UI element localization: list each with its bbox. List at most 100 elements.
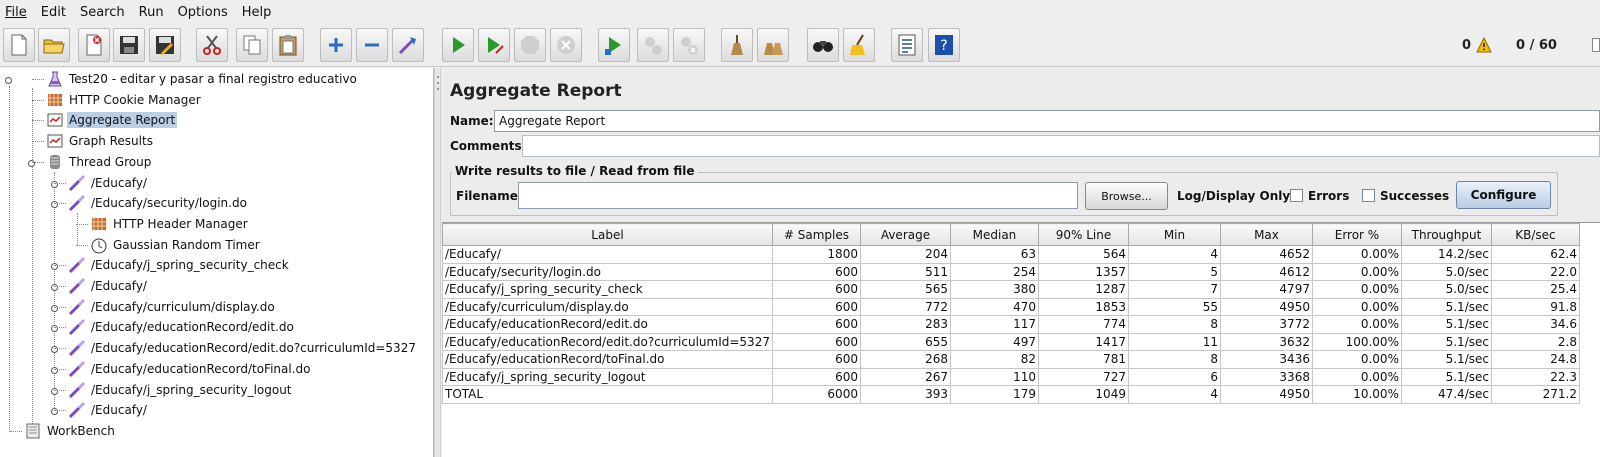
cut-button[interactable]: [196, 28, 228, 62]
reset-search-button[interactable]: [843, 28, 875, 62]
search-button[interactable]: [807, 28, 839, 62]
tree-connector: [76, 223, 88, 225]
test-plan-tree: Test20 - editar y pasar a final registro…: [0, 68, 434, 457]
tree-node[interactable]: /Educafy/educationRecord/edit.do?curricu…: [68, 338, 418, 358]
table-row[interactable]: /Educafy/j_spring_security_check 600 565 38…: [442, 280, 1580, 299]
menu-options[interactable]: Options: [176, 5, 230, 20]
help-button[interactable]: ?: [928, 28, 960, 62]
new-button[interactable]: [3, 28, 35, 62]
table-row[interactable]: /Educafy/educationRecord/edit.do?curricu…: [442, 332, 1580, 351]
clear-button[interactable]: [721, 28, 753, 62]
collapse-button[interactable]: [356, 28, 388, 62]
tree-node-label: /Educafy/j_spring_security_logout: [91, 382, 292, 397]
tree-node[interactable]: Thread Group: [46, 152, 153, 172]
copy-button[interactable]: [236, 28, 268, 62]
warning-icon[interactable]: [1476, 37, 1492, 53]
errors-checkbox[interactable]: [1290, 189, 1303, 202]
start-no-pause-button[interactable]: [478, 28, 510, 62]
menu-search[interactable]: Search: [78, 5, 127, 20]
tree-node[interactable]: WorkBench: [24, 421, 117, 441]
menu-edit[interactable]: Edit: [39, 5, 68, 20]
table-cell: 5.0/sec: [1400, 262, 1492, 281]
shutdown-button[interactable]: [550, 28, 582, 62]
start-button[interactable]: [442, 28, 474, 62]
column-header[interactable]: Throughput: [1400, 223, 1492, 246]
expand-button[interactable]: [320, 28, 352, 62]
close-button[interactable]: [78, 28, 110, 62]
remote-start-button[interactable]: [598, 28, 630, 62]
menu-file-label: File: [5, 4, 27, 20]
tree-connector: [32, 141, 44, 143]
column-header[interactable]: KB/sec: [1490, 223, 1580, 246]
tree-node[interactable]: /Educafy/: [68, 173, 149, 193]
sampler-icon: [68, 339, 86, 357]
save-as-button[interactable]: [149, 28, 181, 62]
menu-run[interactable]: Run: [137, 5, 166, 20]
column-header[interactable]: 90% Line: [1037, 223, 1129, 246]
open-button[interactable]: [38, 28, 70, 62]
save-button[interactable]: [113, 28, 145, 62]
successes-checkbox[interactable]: [1362, 189, 1375, 202]
column-header[interactable]: # Samples: [771, 223, 861, 246]
menu-file[interactable]: File: [3, 5, 29, 20]
remote-stop-button[interactable]: [637, 28, 669, 62]
column-header[interactable]: Average: [859, 223, 951, 246]
column-header[interactable]: Label: [442, 223, 773, 246]
start-icon: [453, 37, 465, 53]
tree-node[interactable]: Graph Results: [46, 131, 155, 151]
column-header[interactable]: Error %: [1311, 223, 1402, 246]
table-row[interactable]: TOTAL 6000 393 179 1049 4 4950 10.00% 47.4/sec 27…: [442, 385, 1580, 404]
configure-button[interactable]: Configure: [1456, 181, 1551, 209]
sampler-icon: [68, 277, 86, 295]
browse-button[interactable]: Browse...: [1085, 182, 1168, 210]
tree-node[interactable]: /Educafy/educationRecord/toFinal.do: [68, 359, 312, 379]
clear-all-button[interactable]: [757, 28, 789, 62]
table-row[interactable]: /Educafy/1800 204 63 564 4 4652 0.00% 14.2/sec 6…: [442, 245, 1580, 264]
filename-field[interactable]: [518, 182, 1078, 209]
toggle-icon: [398, 37, 416, 55]
tree-toggle-icon[interactable]: [4, 74, 13, 84]
row-label-cell: /Educafy/curriculum/display.do: [442, 297, 773, 316]
tree-node-label: /Educafy/educationRecord/toFinal.do: [91, 361, 311, 376]
tree-node[interactable]: Gaussian Random Timer: [90, 235, 262, 255]
tree-node[interactable]: HTTP Cookie Manager: [46, 90, 203, 110]
stop-button[interactable]: [514, 28, 546, 62]
comments-field[interactable]: [522, 135, 1600, 157]
table-row[interactable]: /Educafy/educationRecord/toFinal.do 600 26…: [442, 350, 1580, 369]
column-header[interactable]: Max: [1219, 223, 1313, 246]
table-cell: 600: [771, 332, 861, 351]
tree-node[interactable]: /Educafy/j_spring_security_check: [68, 255, 291, 275]
table-row[interactable]: /Educafy/curriculum/display.do 600 772 470 1…: [442, 297, 1580, 316]
reset-search-icon: [850, 34, 865, 55]
table-cell: 6000: [771, 385, 861, 404]
row-label-cell: /Educafy/j_spring_security_logout: [442, 367, 773, 386]
tree-node[interactable]: /Educafy/curriculum/display.do: [68, 297, 277, 317]
paste-button[interactable]: [272, 28, 304, 62]
table-cell: 511: [859, 262, 951, 281]
column-header[interactable]: Median: [949, 223, 1039, 246]
function-helper-button[interactable]: [891, 28, 923, 62]
table-row[interactable]: /Educafy/j_spring_security_logout 600 267 1…: [442, 367, 1580, 386]
tree-node[interactable]: /Educafy/security/login.do: [68, 193, 249, 213]
file-group-title: Write results to file / Read from file: [452, 164, 698, 178]
table-row[interactable]: /Educafy/security/login.do 600 511 254 1357 5…: [442, 262, 1580, 281]
errors-label: Errors: [1308, 189, 1350, 203]
column-header[interactable]: Min: [1127, 223, 1221, 246]
tree-node[interactable]: Aggregate Report: [46, 110, 178, 130]
tree-node[interactable]: /Educafy/j_spring_security_logout: [68, 380, 294, 400]
tree-connector: [54, 286, 66, 287]
menu-help[interactable]: Help: [240, 5, 274, 20]
table-cell: 5.1/sec: [1400, 297, 1492, 316]
remote-shutdown-button[interactable]: [673, 28, 705, 62]
tree-node[interactable]: /Educafy/educationRecord/edit.do: [68, 317, 296, 337]
name-field[interactable]: Aggregate Report: [494, 110, 1600, 132]
tree-node[interactable]: /Educafy/: [68, 400, 149, 420]
tree-node[interactable]: /Educafy/: [68, 276, 149, 296]
table-row[interactable]: /Educafy/educationRecord/edit.do 600 283 11…: [442, 315, 1580, 334]
toggle-button[interactable]: [392, 28, 424, 62]
tree-node[interactable]: Test20 - editar y pasar a final registro…: [46, 69, 359, 89]
tree-node[interactable]: HTTP Header Manager: [90, 214, 250, 234]
search-icon: [813, 41, 833, 52]
menu-run-label: Run: [138, 4, 164, 20]
split-pane-divider[interactable]: [434, 68, 441, 457]
